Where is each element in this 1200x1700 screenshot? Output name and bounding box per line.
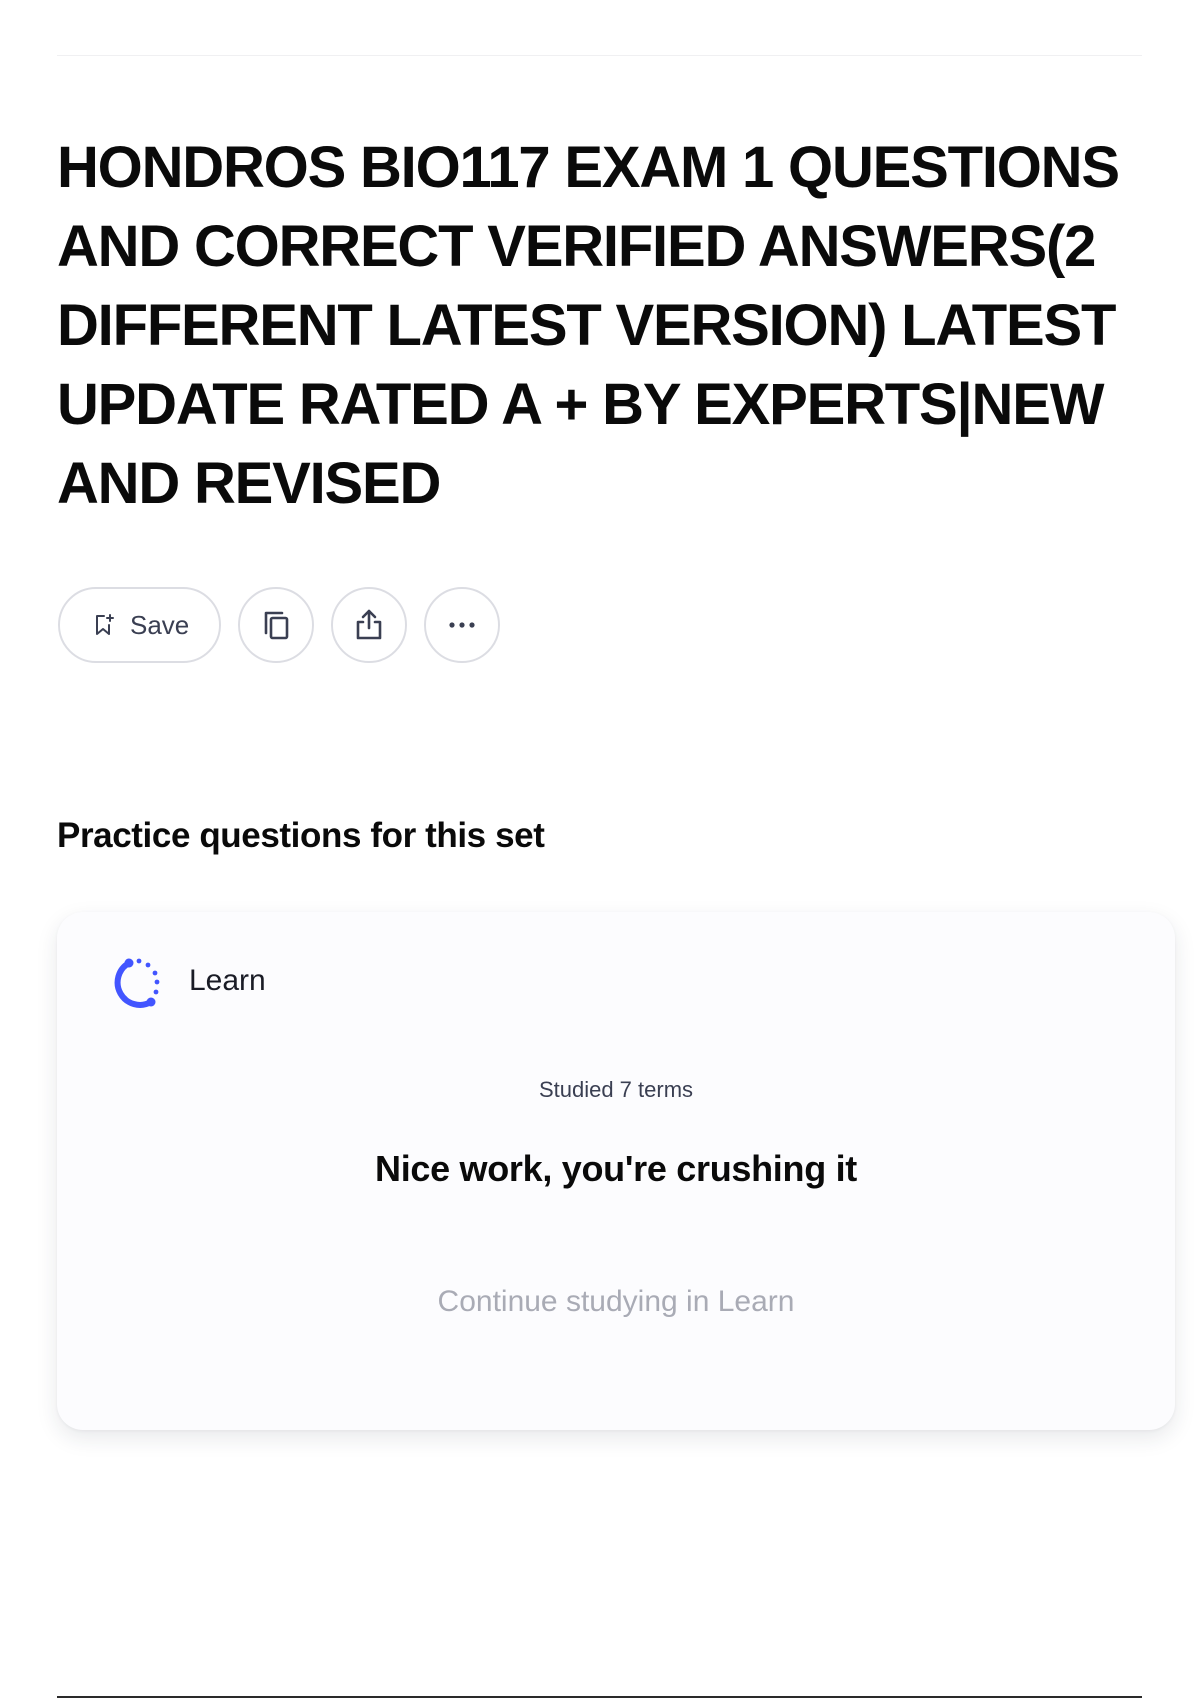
top-divider <box>57 55 1142 56</box>
practice-section-heading: Practice questions for this set <box>57 816 545 855</box>
studied-terms-text: Studied 7 terms <box>538 1077 694 1102</box>
learn-card-header: Learn <box>107 950 266 1012</box>
copy-icon <box>258 607 294 643</box>
bottom-divider <box>57 1696 1142 1698</box>
learn-card-title: Learn <box>189 964 266 997</box>
share-icon <box>351 607 387 643</box>
copy-button[interactable] <box>238 587 315 663</box>
share-button[interactable] <box>331 587 408 663</box>
continue-learn-link[interactable]: Continue studying in Learn <box>57 1285 1175 1319</box>
learn-progress-icon <box>107 950 169 1012</box>
learn-card[interactable]: Learn Studied 7 terms Nice work, you're … <box>57 912 1175 1430</box>
page-title: HONDROS BIO117 EXAM 1 QUESTIONS AND CORR… <box>57 135 1120 516</box>
more-icon <box>444 619 480 631</box>
save-add-icon <box>92 613 116 637</box>
set-actions-toolbar: Save <box>58 586 501 664</box>
save-button[interactable]: Save <box>58 587 222 663</box>
encouragement-message: Nice work, you're crushing it <box>375 1148 857 1189</box>
more-options-button[interactable] <box>424 587 501 663</box>
save-button-label: Save <box>130 609 190 640</box>
